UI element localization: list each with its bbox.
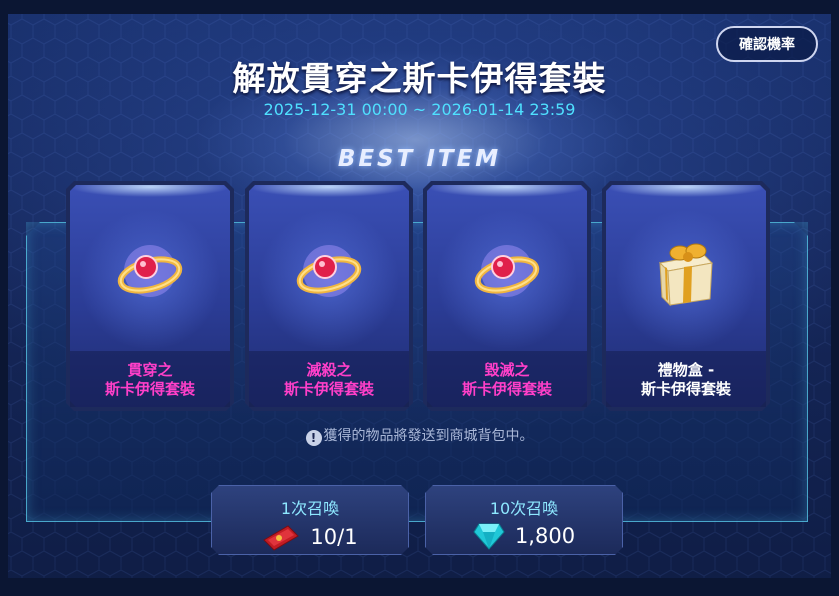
summon-cost-value: 1,800 xyxy=(514,524,576,548)
item-card-3[interactable]: 毀滅之 斯卡伊得套裝 xyxy=(423,181,591,411)
item-name-line2: 斯卡伊得套裝 xyxy=(640,380,731,398)
notice: ! 獲得的物品將發送到商城背包中。 xyxy=(0,425,839,446)
ruby-ring-icon xyxy=(474,245,540,297)
item-name-line1: 貫穿之 xyxy=(127,361,173,379)
item-card-1[interactable]: 貫穿之 斯卡伊得套裝 xyxy=(66,181,234,411)
item-name-line1: 禮物盒 - xyxy=(657,361,715,379)
item-name: 貫穿之 斯卡伊得套裝 xyxy=(66,361,234,399)
item-name-line1: 滅殺之 xyxy=(306,361,352,379)
item-card-4[interactable]: 禮物盒 - 斯卡伊得套裝 xyxy=(602,181,770,411)
single-summon-button[interactable]: 1次召喚 10/1 xyxy=(211,485,409,555)
item-name: 禮物盒 - 斯卡伊得套裝 xyxy=(602,361,770,399)
ruby-ring-icon xyxy=(117,245,183,297)
summon-cost: 10/1 xyxy=(212,522,408,552)
item-name-line1: 毀滅之 xyxy=(484,361,530,379)
item-name: 滅殺之 斯卡伊得套裝 xyxy=(245,361,413,399)
best-item-label: BEST ITEM xyxy=(337,146,502,172)
summon-cost: 1,800 xyxy=(426,522,622,550)
summon-label: 1次召喚 xyxy=(280,499,340,518)
summon-label: 10次召喚 xyxy=(489,499,559,518)
gift-box-icon xyxy=(658,243,714,307)
notice-text: 獲得的物品將發送到商城背包中。 xyxy=(323,428,534,444)
diamond-icon xyxy=(473,523,505,550)
red-ticket-icon xyxy=(263,525,300,551)
item-name: 毀滅之 斯卡伊得套裝 xyxy=(423,361,591,399)
item-card-2[interactable]: 滅殺之 斯卡伊得套裝 xyxy=(245,181,413,411)
page-title: 解放貫穿之斯卡伊得套裝 xyxy=(232,59,607,98)
exclamation-icon: ! xyxy=(305,430,322,446)
summon-cost-value: 10/1 xyxy=(310,525,358,549)
event-period: 2025-12-31 00:00 ~ 2026-01-14 23:59 xyxy=(263,100,576,119)
item-name-line2: 斯卡伊得套裝 xyxy=(104,380,195,398)
ruby-ring-icon xyxy=(296,245,362,297)
item-name-line2: 斯卡伊得套裝 xyxy=(461,380,552,398)
ten-summon-button[interactable]: 10次召喚 1,800 xyxy=(425,485,623,555)
item-name-line2: 斯卡伊得套裝 xyxy=(283,380,374,398)
